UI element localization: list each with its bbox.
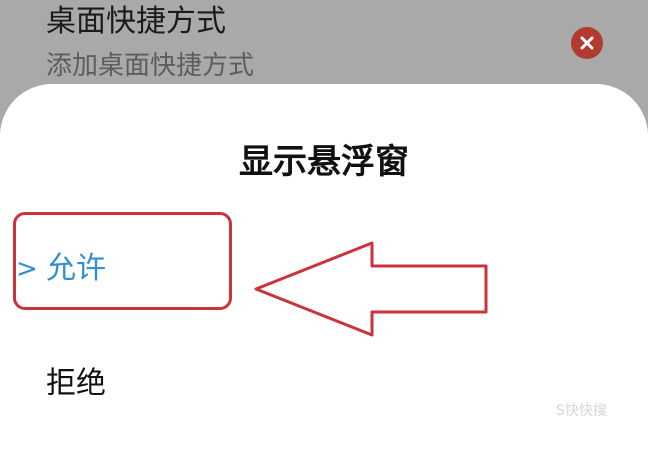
setting-title: 桌面快捷方式 <box>46 4 226 39</box>
left-arrow-annotation <box>254 241 488 337</box>
highlight-box-annotation <box>13 212 232 310</box>
dialog-title: 显示悬浮窗 <box>239 142 409 182</box>
close-button[interactable] <box>571 27 603 59</box>
watermark: S快快搜 <box>556 403 607 419</box>
close-icon <box>580 36 594 50</box>
option-deny-label: 拒绝 <box>46 366 106 401</box>
setting-subtitle: 添加桌面快捷方式 <box>46 51 255 81</box>
option-deny[interactable]: 拒绝 <box>0 354 260 414</box>
